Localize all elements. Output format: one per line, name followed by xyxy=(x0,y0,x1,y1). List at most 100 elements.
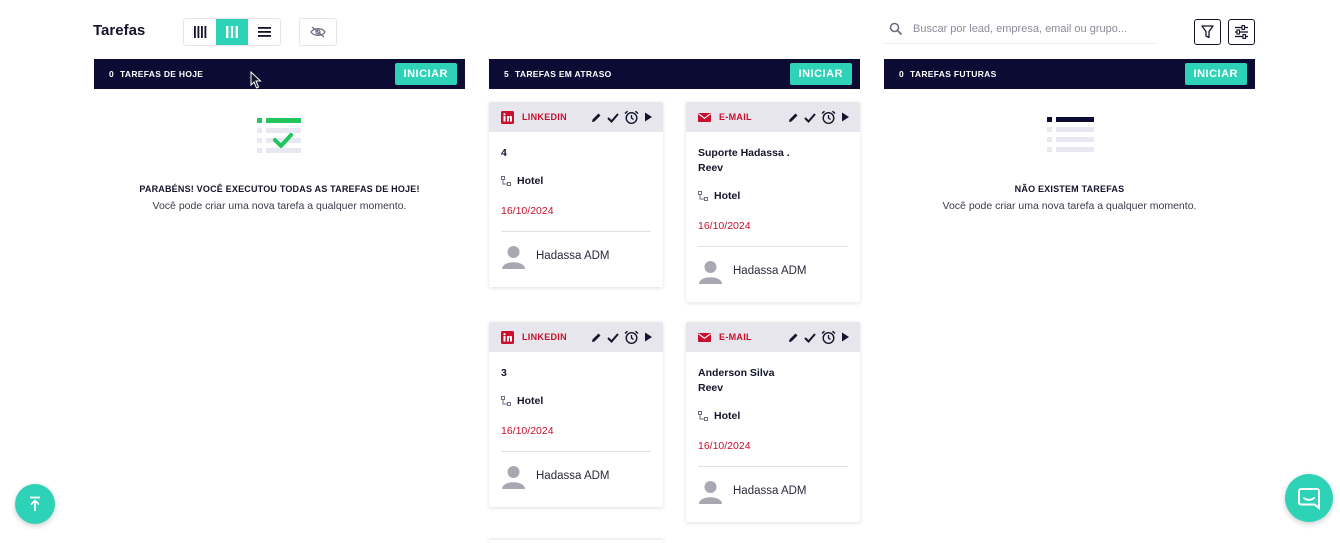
alarm-icon[interactable] xyxy=(821,330,836,345)
late-count: 5 xyxy=(504,69,510,79)
play-icon[interactable] xyxy=(841,332,850,342)
settings-sliders-icon xyxy=(1235,25,1248,39)
due-date: 16/10/2024 xyxy=(698,220,751,232)
filter-button[interactable] xyxy=(1194,19,1221,45)
lead-name[interactable]: Anderson Silva xyxy=(698,366,848,381)
eye-off-icon xyxy=(310,26,326,38)
check-icon[interactable] xyxy=(804,332,816,343)
edit-icon[interactable] xyxy=(788,112,799,123)
check-icon[interactable] xyxy=(607,332,619,343)
arrow-up-icon xyxy=(30,496,40,511)
channel-label: LINKEDIN xyxy=(522,332,567,342)
settings-button[interactable] xyxy=(1228,19,1255,45)
start-late-button[interactable]: INICIAR xyxy=(789,63,852,85)
scroll-to-top-button[interactable] xyxy=(15,484,55,524)
chat-launcher-button[interactable] xyxy=(1285,474,1333,522)
linkedin-icon xyxy=(501,330,514,344)
lead-group: Hotel xyxy=(501,395,651,407)
channel-label: E-MAIL xyxy=(719,112,752,122)
owner-name: Hadassa ADM xyxy=(733,485,807,497)
lead-name[interactable]: Suporte Hadassa . xyxy=(698,146,848,161)
today-count: 0 xyxy=(109,69,115,79)
today-empty-title: PARABÉNS! VOCÊ EXECUTOU TODAS AS TAREFAS… xyxy=(139,184,420,194)
channel-label: E-MAIL xyxy=(719,332,752,342)
lead-group: Hotel xyxy=(698,190,848,202)
check-icon[interactable] xyxy=(804,112,816,123)
alarm-icon[interactable] xyxy=(821,110,836,125)
view-kanban-button[interactable] xyxy=(216,19,248,45)
future-label: TAREFAS FUTURAS xyxy=(910,69,997,79)
avatar-icon xyxy=(502,465,525,489)
task-card[interactable]: E-MAIL Anderson Silva Reev Hotel 16/10/2… xyxy=(686,322,860,522)
card-header: LINKEDIN xyxy=(489,102,663,132)
card-header: LINKEDIN xyxy=(489,322,663,352)
group-label: Hotel xyxy=(517,395,544,407)
view-mode-toggle xyxy=(183,18,281,46)
mouse-cursor-icon xyxy=(250,71,262,89)
future-empty-state: NÃO EXISTEM TAREFAS Você pode criar uma … xyxy=(884,115,1255,212)
group-icon xyxy=(698,411,708,421)
search-icon xyxy=(889,22,903,35)
edit-icon[interactable] xyxy=(788,332,799,343)
linkedin-icon xyxy=(501,110,514,124)
view-list-icon xyxy=(257,27,271,37)
today-label: TAREFAS DE HOJE xyxy=(120,69,204,79)
card-header: E-MAIL xyxy=(686,102,860,132)
search-bar xyxy=(884,14,1156,44)
play-icon[interactable] xyxy=(644,112,653,122)
today-empty-state: PARABÉNS! VOCÊ EXECUTOU TODAS AS TAREFAS… xyxy=(94,115,465,212)
group-icon xyxy=(501,176,511,186)
avatar-icon xyxy=(699,260,722,284)
late-label: TAREFAS EM ATRASO xyxy=(515,69,612,79)
future-empty-title: NÃO EXISTEM TAREFAS xyxy=(1014,184,1125,194)
start-today-button[interactable]: INICIAR xyxy=(394,63,457,85)
group-icon xyxy=(698,191,708,201)
view-kanban-compact-button[interactable] xyxy=(184,19,216,45)
tasks-done-illustration xyxy=(256,118,301,153)
task-card[interactable]: LINKEDIN 3 Hotel 16/10/2024 Hadassa ADM xyxy=(489,322,663,507)
due-date: 16/10/2024 xyxy=(698,440,751,452)
page-title: Tarefas xyxy=(93,22,146,39)
group-label: Hotel xyxy=(517,175,544,187)
column-header-late: 5 TAREFAS EM ATRASO INICIAR xyxy=(489,59,860,89)
owner-name: Hadassa ADM xyxy=(536,470,610,482)
check-icon[interactable] xyxy=(607,112,619,123)
due-date: 16/10/2024 xyxy=(501,425,554,437)
group-icon xyxy=(501,396,511,406)
mail-icon xyxy=(698,332,711,342)
owner-name: Hadassa ADM xyxy=(536,250,610,262)
lead-name[interactable]: 4 xyxy=(501,146,651,161)
start-future-button[interactable]: INICIAR xyxy=(1184,63,1247,85)
task-owner: Hadassa ADM xyxy=(698,467,848,515)
filter-icon xyxy=(1201,25,1214,39)
lead-company: Reev xyxy=(698,162,724,174)
alarm-icon[interactable] xyxy=(624,110,639,125)
search-input[interactable] xyxy=(913,22,1153,35)
lead-company: Reev xyxy=(698,382,724,394)
view-list-button[interactable] xyxy=(248,19,280,45)
play-icon[interactable] xyxy=(644,332,653,342)
task-owner: Hadassa ADM xyxy=(501,232,651,280)
chat-icon xyxy=(1298,488,1320,510)
hide-toggle-button[interactable] xyxy=(299,18,337,46)
avatar-icon xyxy=(502,245,525,269)
group-label: Hotel xyxy=(714,410,741,422)
edit-icon[interactable] xyxy=(591,112,602,123)
edit-icon[interactable] xyxy=(591,332,602,343)
today-empty-text: Você pode criar uma nova tarefa a qualqu… xyxy=(152,200,407,212)
future-empty-text: Você pode criar uma nova tarefa a qualqu… xyxy=(942,200,1197,212)
group-label: Hotel xyxy=(714,190,741,202)
column-header-future: 0 TAREFAS FUTURAS INICIAR xyxy=(884,59,1255,89)
task-card[interactable]: LINKEDIN 4 Hotel 16/10/2024 Hadassa ADM xyxy=(489,102,663,287)
task-card[interactable]: E-MAIL Suporte Hadassa . Reev Hotel 16/1… xyxy=(686,102,860,302)
empty-list-illustration xyxy=(1046,117,1094,152)
lead-group: Hotel xyxy=(501,175,651,187)
alarm-icon[interactable] xyxy=(624,330,639,345)
lead-name[interactable]: 3 xyxy=(501,366,651,381)
play-icon[interactable] xyxy=(841,112,850,122)
mail-icon xyxy=(698,112,711,122)
view-kanban-compact-icon xyxy=(194,26,207,38)
lead-group: Hotel xyxy=(698,410,848,422)
view-kanban-icon xyxy=(226,26,238,38)
task-owner: Hadassa ADM xyxy=(501,452,651,500)
